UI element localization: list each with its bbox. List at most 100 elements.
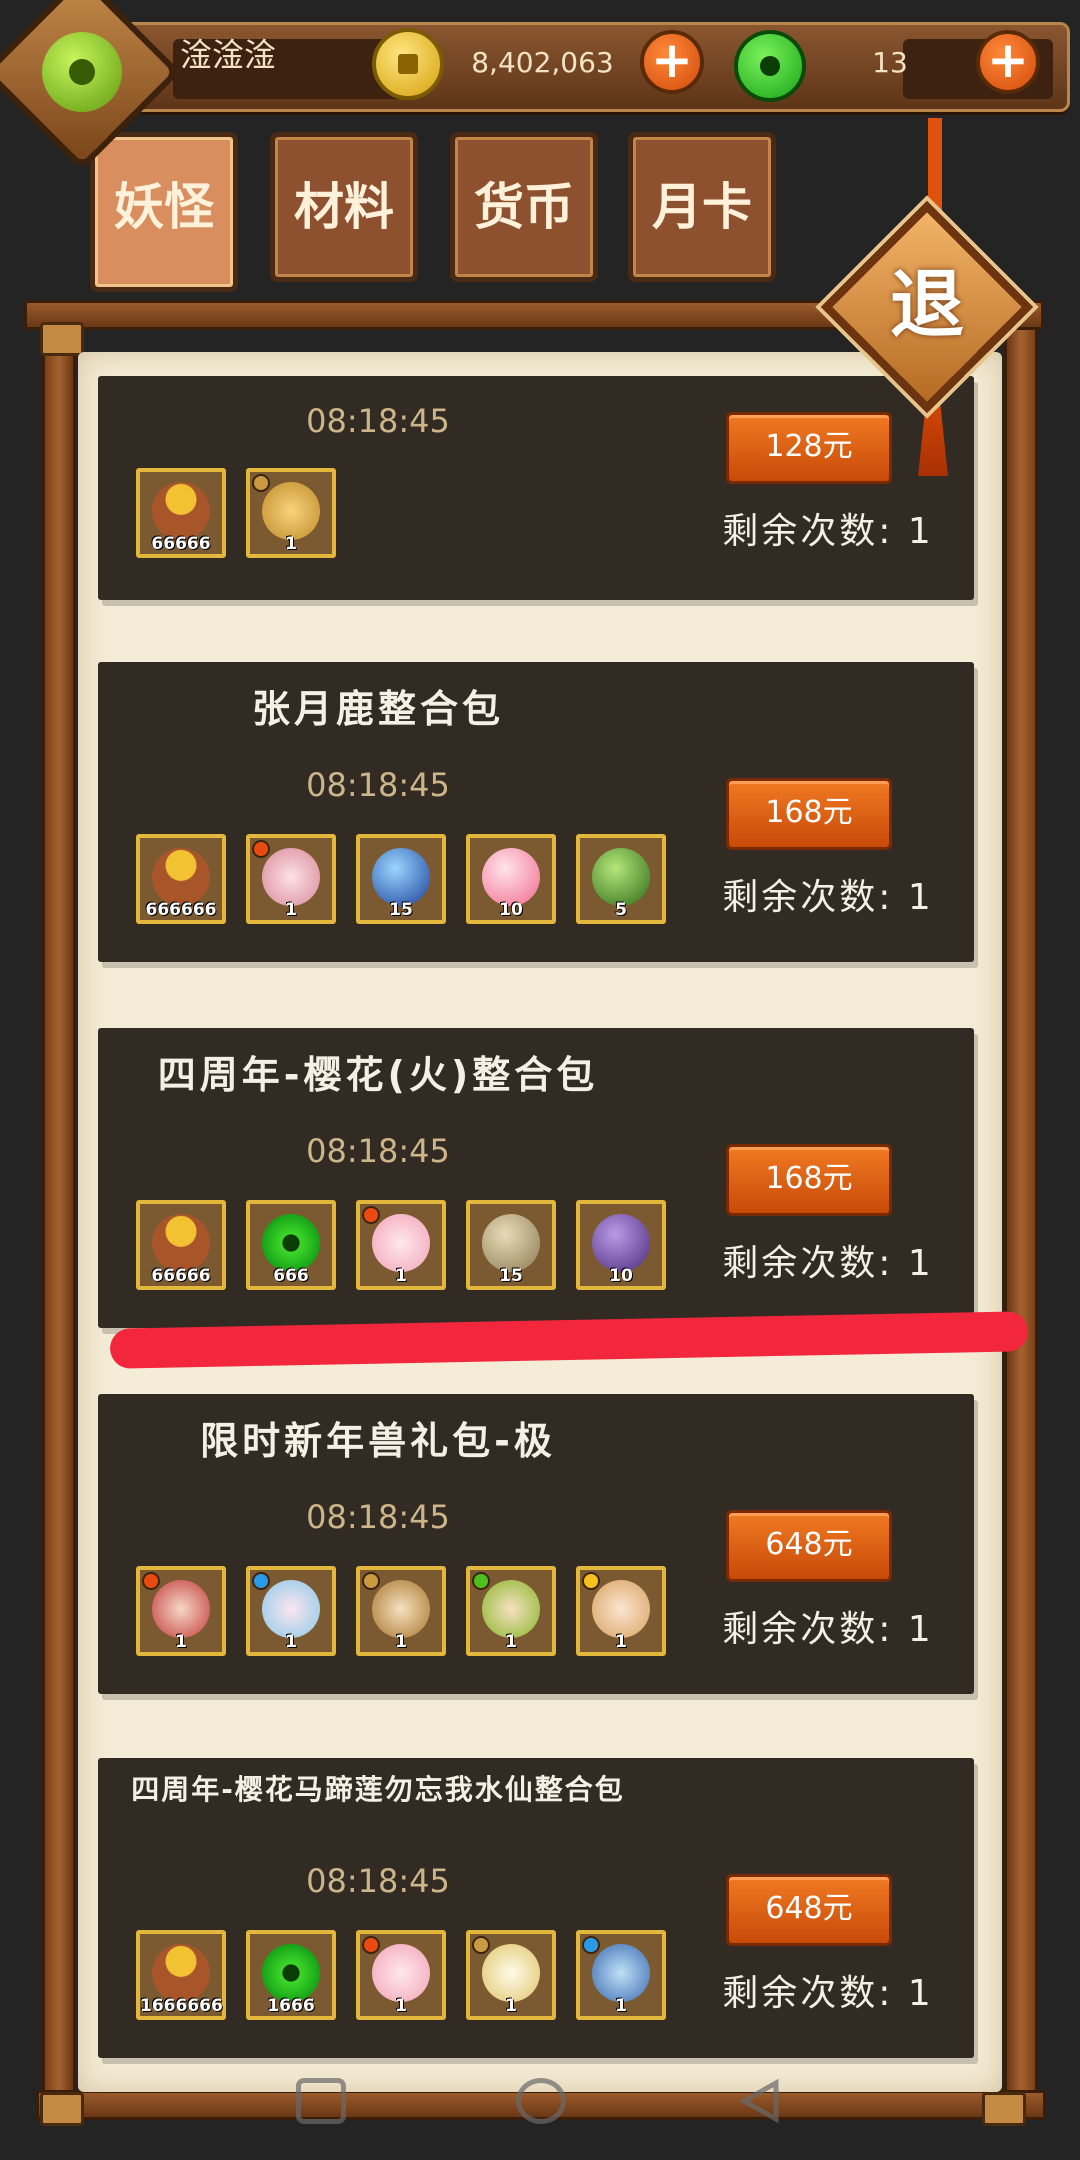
item-quantity: 10 [499,900,523,920]
countdown-timer: 08:18:45 [306,766,450,804]
pink-heart-orb-icon [482,848,540,906]
pack-item[interactable]: 1 [246,1566,336,1656]
leo-star-icon [262,482,320,540]
light-nian-beast-icon [592,1580,650,1638]
jade-coin-icon [262,1214,320,1272]
pack-item[interactable]: 1 [356,1200,446,1290]
frame-left-post [42,318,76,2108]
back-icon[interactable] [736,2078,786,2124]
pack-item[interactable]: 5 [576,834,666,924]
pack-item[interactable]: 10 [576,1200,666,1290]
pack-item[interactable]: 1 [576,1930,666,2020]
sakura-monster-icon [372,1214,430,1272]
pink-deer-monster-icon [262,848,320,906]
pack-item[interactable]: 1666666 [136,1930,226,2020]
element-badge-icon [472,1572,490,1590]
pack-item[interactable]: 15 [356,834,446,924]
item-quantity: 1 [395,1266,407,1286]
jade-coin-icon [262,1944,320,2002]
jade-coin-icon [734,30,806,102]
pack-item[interactable]: 66666 [136,1200,226,1290]
tab-monthly-card[interactable]: 月卡 [628,132,776,282]
home-icon[interactable] [516,2078,566,2124]
element-badge-icon [582,1936,600,1954]
item-quantity: 1 [395,1632,407,1652]
pack-items: 1 1 1 1 1 [136,1566,726,1660]
green-orb-icon [592,848,650,906]
water-nian-beast-icon [262,1580,320,1638]
item-quantity: 1 [175,1632,187,1652]
buy-button[interactable]: 128元 [726,412,892,484]
frame-right-post [1004,318,1038,2108]
recent-apps-icon[interactable] [296,2078,346,2124]
item-quantity: 666666 [145,900,217,920]
item-quantity: 666 [273,1266,309,1286]
element-badge-icon [252,474,270,492]
pack-item[interactable]: 1 [246,834,336,924]
countdown-timer: 08:18:45 [306,1132,450,1170]
tab-materials[interactable]: 材料 [270,132,418,282]
buy-button[interactable]: 168元 [726,778,892,850]
tab-monsters[interactable]: 妖怪 [90,132,238,292]
item-quantity: 1666 [267,1996,315,2016]
pack-item[interactable]: 1 [466,1566,556,1656]
gold-amount: 8,402,063 [471,46,614,79]
purple-orb-icon [592,1214,650,1272]
pack-card: 四周年-樱花马蹄莲勿忘我水仙整合包 08:18:45 1666666 1666 … [98,1758,974,2058]
pack-item[interactable]: 1 [136,1566,226,1656]
add-jade-button[interactable]: + [976,30,1040,94]
pack-items: 66666 666 1 15 10 [136,1200,726,1294]
exit-label: 退 [890,262,964,348]
gold-bag-icon [152,1214,210,1272]
pack-item[interactable]: 666 [246,1200,336,1290]
item-quantity: 1 [285,1632,297,1652]
pack-items: 1666666 1666 1 1 1 [136,1930,726,2024]
pack-card: 四周年-樱花(火)整合包 08:18:45 66666 666 1 15 10 … [98,1028,974,1328]
pack-item[interactable]: 1 [466,1930,556,2020]
item-quantity: 1 [505,1996,517,2016]
pack-card: 张月鹿整合包 08:18:45 666666 1 15 10 5 168元 剩余… [98,662,974,962]
pack-item[interactable]: 1 [246,468,336,558]
jade-amount: 13 [872,46,908,79]
countdown-timer: 08:18:45 [306,1862,450,1900]
gold-bag-icon [152,848,210,906]
add-gold-button[interactable]: + [640,30,704,94]
gold-bag-icon [152,1944,210,2002]
remaining-count: 剩余次数: 1 [722,877,934,918]
buy-button[interactable]: 168元 [726,1144,892,1216]
remaining-count: 剩余次数: 1 [722,1243,934,1284]
jade-avatar-icon [42,32,122,112]
pack-item[interactable]: 1 [576,1566,666,1656]
gold-bag-icon [152,482,210,540]
element-badge-icon [472,1936,490,1954]
item-quantity: 1 [285,534,297,554]
buy-button[interactable]: 648元 [726,1874,892,1946]
pack-item[interactable]: 666666 [136,834,226,924]
pack-item[interactable]: 1 [356,1930,446,2020]
sakura-monster-icon [372,1944,430,2002]
item-quantity: 1 [615,1632,627,1652]
countdown-timer: 08:18:45 [306,402,450,440]
pack-title: 四周年-樱花马蹄莲勿忘我水仙整合包 [131,1773,625,1806]
pack-item[interactable]: 15 [466,1200,556,1290]
tab-currency[interactable]: 货币 [450,132,598,282]
forget-me-not-monster-icon [592,1944,650,2002]
pack-item[interactable]: 1666 [246,1930,336,2020]
wood-nian-beast-icon [482,1580,540,1638]
pack-card: 限时新年兽礼包-极 08:18:45 1 1 1 1 1 648元 剩余次数: … [98,1394,974,1694]
element-badge-icon [362,1572,380,1590]
item-quantity: 1 [505,1632,517,1652]
pack-item[interactable]: 10 [466,834,556,924]
shop-screen: 淦淦淦 8,402,063 + 13 + 妖怪 材料 货币 月卡 退 08:18… [0,0,1080,2160]
item-quantity: 1 [285,900,297,920]
item-quantity: 66666 [151,534,211,554]
buy-button[interactable]: 648元 [726,1510,892,1582]
pack-item[interactable]: 66666 [136,468,226,558]
remaining-count: 剩余次数: 1 [722,1973,934,2014]
frame-stud [40,322,84,356]
item-quantity: 1 [395,1996,407,2016]
calla-lily-monster-icon [482,1944,540,2002]
pack-item[interactable]: 1 [356,1566,446,1656]
pack-title: 四周年-樱花(火)整合包 [157,1053,599,1097]
pack-card: 08:18:45 66666 1 128元 剩余次数: 1 [98,376,974,600]
